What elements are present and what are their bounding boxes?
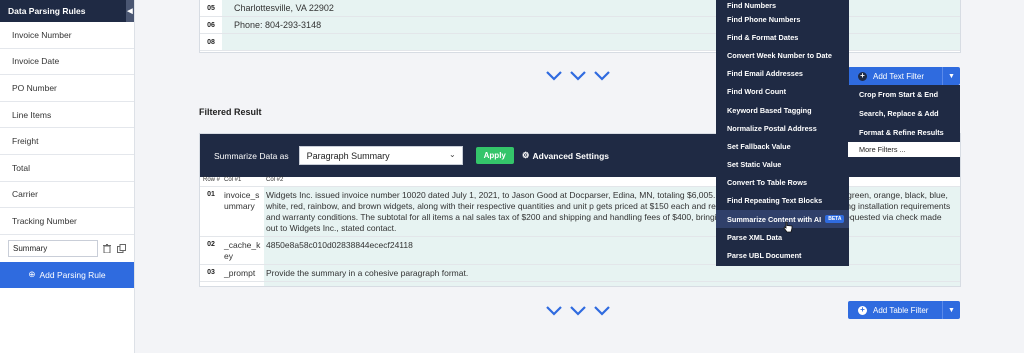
rule-name-row: [0, 235, 134, 262]
menu-item-find-word-count[interactable]: Find Word Count: [716, 83, 849, 101]
row-number: 05: [207, 4, 215, 12]
chevron-down-icon: ⌄: [448, 150, 456, 159]
row-value: redis: [264, 282, 960, 286]
row-number: 06: [207, 21, 215, 29]
sidebar-item-total[interactable]: Total: [0, 155, 134, 182]
sidebar-item-label: Carrier: [12, 189, 38, 200]
plus-circle-icon: ⊕: [28, 269, 36, 280]
sidebar-item-carrier[interactable]: Carrier: [0, 182, 134, 209]
gear-icon: ⚙: [521, 150, 530, 160]
sidebar-item-invoice-date[interactable]: Invoice Date: [0, 49, 134, 76]
row-number: 02: [207, 241, 215, 248]
column-header-row: Row #: [203, 177, 221, 183]
row-value: 4850e8a58c010d02838844ececf24118: [264, 237, 960, 264]
row-key: invoice_summary: [224, 190, 260, 211]
add-parsing-rule-button[interactable]: ⊕ Add Parsing Rule: [0, 261, 134, 288]
sidebar-item-invoice-number[interactable]: Invoice Number: [0, 22, 134, 49]
row-number: 08: [207, 38, 215, 46]
summarize-label: Summarize Data as: [214, 150, 289, 161]
row-number: 03: [207, 269, 215, 276]
sidebar-item-line-items[interactable]: Line Items: [0, 102, 134, 129]
sidebar-item-tracking-number[interactable]: Tracking Number: [0, 208, 134, 235]
menu-item-find-repeating-text-blocks[interactable]: Find Repeating Text Blocks: [716, 192, 849, 210]
sidebar-item-po-number[interactable]: PO Number: [0, 75, 134, 102]
menu-item-set-static-value[interactable]: Set Static Value: [716, 156, 849, 174]
copy-icon[interactable]: [116, 242, 126, 254]
menu-item-normalize-postal-address[interactable]: Normalize Postal Address: [716, 119, 849, 137]
sidebar-item-freight[interactable]: Freight: [0, 128, 134, 155]
submenu-item-crop[interactable]: Crop From Start & End: [848, 85, 960, 104]
flow-chevrons: [545, 70, 611, 82]
column-header-col1: Col #1: [224, 177, 242, 183]
beta-badge: BETA: [825, 215, 845, 224]
sidebar-title: Data Parsing Rules: [8, 6, 86, 16]
collapse-sidebar-button[interactable]: ◀: [126, 0, 134, 22]
text-filter-submenu: Crop From Start & End Search, Replace & …: [848, 85, 960, 157]
sidebar-item-label: Freight: [12, 136, 39, 147]
add-text-filter-label: Add Text Filter: [873, 71, 924, 81]
sidebar-item-label: Line Items: [12, 109, 52, 120]
add-table-filter-button[interactable]: + Add Table Filter ▼: [848, 301, 960, 319]
add-text-filter-main: + Add Text Filter: [848, 71, 942, 81]
sidebar-item-label: Tracking Number: [12, 215, 77, 226]
row-value: [222, 34, 960, 50]
add-table-filter-label: Add Table Filter: [873, 305, 929, 315]
apply-button[interactable]: Apply: [475, 147, 514, 164]
menu-item-convert-week-number[interactable]: Convert Week Number to Date: [716, 46, 849, 64]
row-value: Phone: 804-293-3148: [222, 17, 960, 33]
menu-item-set-fallback-value[interactable]: Set Fallback Value: [716, 137, 849, 155]
advanced-settings-label: Advanced Settings: [532, 150, 610, 161]
row-key: _source: [222, 282, 264, 286]
menu-item-keyword-tagging[interactable]: Keyword Based Tagging: [716, 101, 849, 119]
submenu-item-more-filters[interactable]: More Filters ...: [848, 142, 960, 157]
sidebar-header: Data Parsing Rules ◀: [0, 0, 134, 22]
row-number: 01: [207, 191, 215, 198]
row-value: Provide the summary in a cohesive paragr…: [264, 265, 960, 281]
sidebar-item-label: Total: [12, 162, 30, 173]
plus-circle-icon: +: [858, 71, 867, 81]
plus-circle-icon: +: [858, 305, 867, 315]
chevron-down-icon: [570, 306, 586, 316]
menu-item-convert-to-table-rows[interactable]: Convert To Table Rows: [716, 174, 849, 192]
menu-item-parse-ubl-document[interactable]: Parse UBL Document: [716, 246, 849, 264]
parsing-rules-sidebar: Data Parsing Rules ◀ Invoice Number Invo…: [0, 0, 135, 353]
hand-cursor-icon: [783, 221, 793, 233]
flow-chevrons: [545, 305, 611, 317]
add-parsing-rule-label: Add Parsing Rule: [39, 269, 106, 280]
caret-down-icon[interactable]: ▼: [942, 301, 960, 319]
sidebar-item-label: Invoice Number: [12, 29, 72, 40]
caret-down-icon[interactable]: ▼: [942, 67, 960, 85]
add-table-filter-main: + Add Table Filter: [848, 305, 942, 315]
advanced-settings-button[interactable]: ⚙ Advanced Settings: [522, 150, 609, 161]
menu-item-find-format-dates[interactable]: Find & Format Dates: [716, 28, 849, 46]
menu-item-find-phone-numbers[interactable]: Find Phone Numbers: [716, 10, 849, 28]
chevron-down-icon: [594, 306, 610, 316]
chevron-down-icon: [546, 71, 562, 81]
menu-item-find-numbers[interactable]: Find Numbers: [716, 0, 849, 10]
rule-name-input[interactable]: [8, 239, 98, 257]
delete-icon[interactable]: [102, 242, 112, 254]
sidebar-item-label: Invoice Date: [12, 56, 60, 67]
row-key: _prompt: [224, 268, 256, 278]
sidebar-item-label: PO Number: [12, 82, 57, 93]
menu-item-find-email-addresses[interactable]: Find Email Addresses: [716, 65, 849, 83]
row-number: 04: [200, 282, 222, 286]
summarize-format-value: Paragraph Summary: [306, 150, 390, 161]
summarize-format-select[interactable]: Paragraph Summary ⌄: [298, 146, 463, 165]
submenu-item-search-replace[interactable]: Search, Replace & Add: [848, 104, 960, 123]
table-row: 04 _source redis: [200, 282, 960, 286]
filtered-result-title: Filtered Result: [199, 107, 262, 117]
column-header-col2: Col #2: [266, 177, 284, 183]
chevron-down-icon: [594, 71, 610, 81]
chevron-down-icon: [570, 71, 586, 81]
chevron-down-icon: [546, 306, 562, 316]
submenu-item-format-refine[interactable]: Format & Refine Results: [848, 123, 960, 142]
row-value: Charlottesville, VA 22902: [222, 0, 960, 16]
row-key: _cache_key: [224, 240, 261, 261]
menu-item-label: Summarize Content with AI: [727, 214, 822, 224]
row-value: Widgets Inc. issued invoice number 10020…: [264, 187, 960, 236]
table-row: 03 _prompt Provide the summary in a cohe…: [200, 265, 960, 282]
add-text-filter-button[interactable]: + Add Text Filter ▼: [848, 67, 960, 85]
